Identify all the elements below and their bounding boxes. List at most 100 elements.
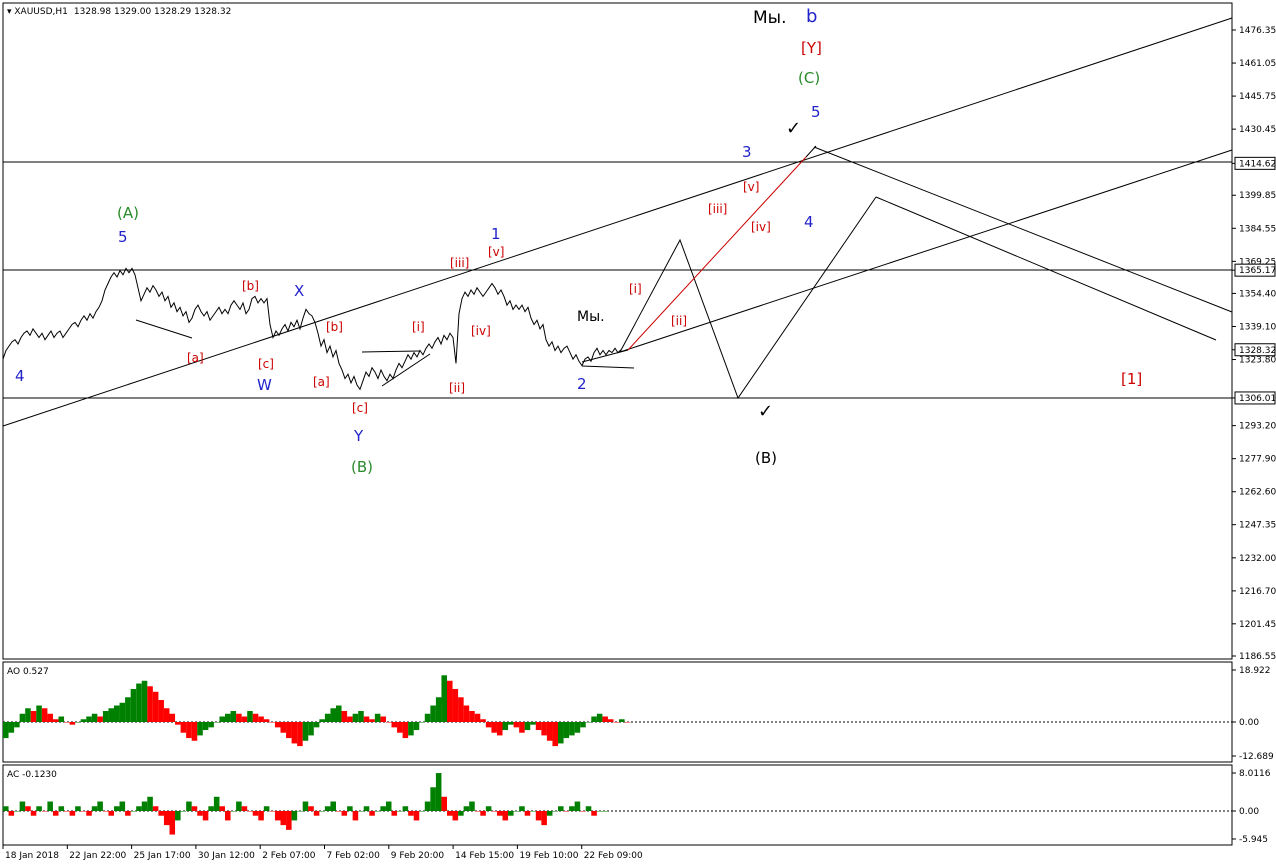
trendline-channel-upper[interactable] <box>619 149 1233 353</box>
histogram-bar <box>219 806 225 811</box>
wave-label-a-2: [a] <box>313 375 330 389</box>
time-tick-label: 9 Feb 20:00 <box>391 851 445 861</box>
histogram-bar <box>158 700 164 722</box>
histogram-bar <box>80 811 87 812</box>
histogram-bar <box>136 806 142 811</box>
histogram-bar <box>130 811 137 812</box>
wave-label-4-left: 4 <box>15 367 25 385</box>
histogram-bar <box>319 811 325 812</box>
price-tick-label: 1323.80 <box>1239 356 1276 366</box>
price-tick-label: 1277.90 <box>1239 455 1276 465</box>
histogram-bar <box>225 811 231 821</box>
symbol-header: ▾ XAUUSD,H1 1328.98 1329.00 1328.29 1328.… <box>7 7 231 17</box>
price-tick-label: 1262.60 <box>1239 488 1276 498</box>
histogram-bar <box>19 713 26 722</box>
histogram-bar <box>580 722 586 728</box>
histogram-bar <box>208 722 214 728</box>
histogram-bar <box>136 683 142 722</box>
trendline-down-2[interactable] <box>875 196 1217 341</box>
histogram-bar <box>125 811 131 816</box>
histogram-bar <box>263 806 270 811</box>
histogram-bar <box>114 806 120 811</box>
histogram-bar <box>197 811 203 816</box>
histogram-bar <box>441 796 447 811</box>
histogram-bar <box>413 722 420 731</box>
histogram-bar <box>480 811 486 816</box>
histogram-bar <box>391 722 398 728</box>
histogram-bar <box>169 713 176 722</box>
histogram-bar <box>363 806 370 811</box>
histogram-bar <box>469 801 475 811</box>
time-tick-label: 25 Jan 17:00 <box>134 851 191 861</box>
forecast-path-peak[interactable] <box>805 145 817 158</box>
histogram-bar <box>385 801 392 811</box>
histogram-bar <box>485 806 492 811</box>
indicator-tick-label: -5.945 <box>1239 835 1268 845</box>
histogram-bar <box>258 716 264 722</box>
histogram-bar <box>152 691 159 722</box>
wave-label-3: 3 <box>742 143 752 161</box>
trendline-wave-a-b[interactable] <box>135 319 193 339</box>
time-tick-label: 7 Feb 02:00 <box>327 851 381 861</box>
histogram-bar <box>175 722 181 725</box>
checkmark-bottom-icon: ✓ <box>758 401 773 422</box>
histogram-bar <box>369 719 375 722</box>
histogram-bar <box>430 705 436 722</box>
ac-title: AC -0.1230 <box>7 770 57 780</box>
histogram-bar <box>191 722 198 741</box>
time-tick-label: 22 Feb 09:00 <box>584 851 643 861</box>
trendline-wave2-base[interactable] <box>581 365 635 369</box>
price-series-line[interactable] <box>2 267 622 391</box>
histogram-bar <box>86 811 92 816</box>
histogram-bar <box>219 716 225 722</box>
histogram-bar <box>535 722 542 731</box>
price-tick-label: 1293.20 <box>1239 422 1276 432</box>
price-tick-label: 1354.40 <box>1239 289 1276 299</box>
histogram-bar <box>163 811 170 826</box>
histogram-bar <box>336 705 342 722</box>
histogram-bar <box>458 811 464 816</box>
forecast-path-red[interactable] <box>627 156 807 351</box>
histogram-bar <box>36 806 42 811</box>
histogram-bar <box>302 801 309 811</box>
histogram-bar <box>419 722 425 723</box>
histogram-bar <box>108 811 114 816</box>
histogram-bar <box>41 811 48 812</box>
histogram-bar <box>574 801 581 811</box>
histogram-bar <box>64 811 70 812</box>
histogram-bar <box>324 713 331 722</box>
forecast-path-bullish[interactable] <box>619 196 877 400</box>
histogram-bar <box>147 796 153 811</box>
trendline-down-1[interactable] <box>813 146 1233 313</box>
wave-label-iii-2: [iii] <box>708 202 727 216</box>
trendline-triangle-1[interactable] <box>361 350 421 353</box>
histogram-bar <box>358 811 364 812</box>
price-tick-label: 1461.05 <box>1239 59 1276 69</box>
wave-label-v-2: [v] <box>743 180 759 194</box>
histogram-bar <box>30 811 37 816</box>
histogram-bar <box>152 806 159 811</box>
histogram-bar <box>424 713 431 722</box>
histogram-bar <box>513 722 520 728</box>
histogram-bar <box>402 722 409 739</box>
histogram-bar <box>463 705 470 722</box>
wave-label-b-top: b <box>806 6 817 27</box>
histogram-bar <box>452 811 459 821</box>
histogram-bar <box>258 811 264 821</box>
histogram-bar <box>286 811 292 830</box>
histogram-bar <box>158 811 164 816</box>
histogram-bar <box>280 811 287 826</box>
histogram-bar <box>558 806 564 811</box>
histogram-bar <box>496 722 503 736</box>
histogram-bar <box>508 722 514 725</box>
histogram-bar <box>186 722 192 739</box>
trendline-wave2-top[interactable] <box>581 349 629 363</box>
histogram-bar <box>97 716 103 722</box>
wave-label-a-1: [a] <box>187 351 204 365</box>
histogram-bar <box>502 811 509 821</box>
histogram-bar <box>75 722 81 723</box>
price-tick-label: 1384.55 <box>1239 224 1276 234</box>
wave-label-c-1: [c] <box>258 357 274 371</box>
price-tick-label: 1328.32 <box>1239 346 1276 356</box>
histogram-bar <box>80 719 87 722</box>
